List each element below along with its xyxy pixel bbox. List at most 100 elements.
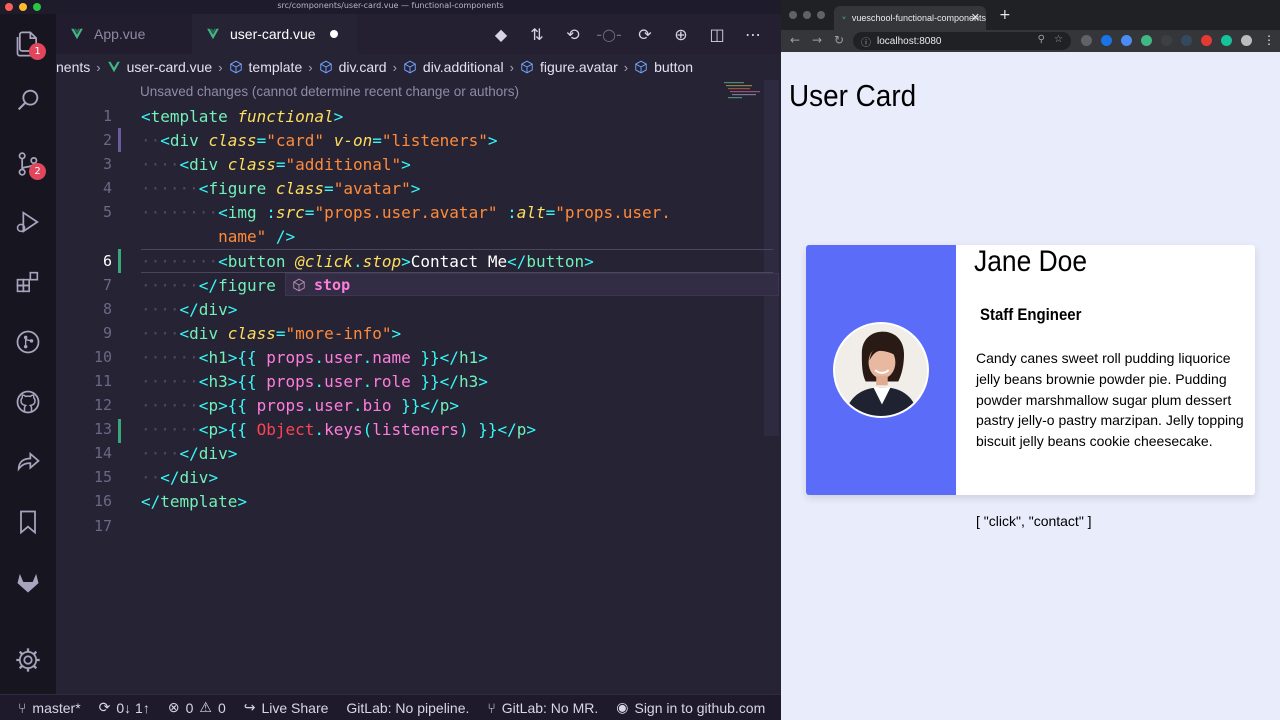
toggle-inline-icon[interactable]: ⊕ [671, 24, 691, 44]
run-debug-button[interactable] [12, 206, 44, 238]
codelens-blame[interactable]: Unsaved changes (cannot determine recent… [140, 84, 519, 99]
line-number: 1 [102, 107, 112, 125]
extensions-button[interactable] [12, 266, 44, 298]
line-number: 11 [93, 372, 112, 390]
manage-button[interactable] [12, 644, 44, 676]
chrome-window: vueschool-functional-components ✕ + ← → … [781, 0, 1280, 720]
page-title: User Card [789, 78, 917, 113]
symbol-cube-icon [404, 60, 416, 74]
compare-changes-icon[interactable]: ⇅ [527, 24, 547, 44]
breadcrumb-item[interactable]: figure.avatar [520, 59, 618, 75]
tab-app-vue[interactable]: App.vue [56, 14, 192, 54]
split-editor-icon[interactable]: ◫ [707, 24, 727, 44]
tab-user-card-vue[interactable]: user-card.vue [192, 14, 357, 54]
status-bar: ⑂ master* ⟳ 0↓ 1↑ ⊗ 0 ⚠ 0 ↪ Live Share GitLab:… [0, 694, 781, 720]
unsaved-dot-icon[interactable] [329, 30, 338, 38]
extension-icon[interactable] [1101, 35, 1112, 46]
line-number: 7 [102, 276, 112, 294]
code-line: 12 ······<p>{{ props.user.bio }}</p> [56, 393, 781, 417]
branch-status[interactable]: ⑂ master* [18, 700, 81, 716]
explorer-button[interactable]: 1 [12, 28, 46, 60]
sync-status[interactable]: ⟳ 0↓ 1↑ [99, 699, 150, 716]
problems-status[interactable]: ⊗ 0 ⚠ 0 [168, 699, 226, 716]
chevron-right-icon: › [623, 59, 629, 75]
code-line: 2 ··<div class="card" v-on="listeners"> [56, 128, 781, 152]
zoom-icon[interactable]: ⚲ [1038, 34, 1045, 45]
more-actions-icon[interactable]: ⋯ [743, 24, 763, 44]
error-icon: ⊗ [167, 699, 180, 715]
line-number: 16 [93, 492, 112, 510]
close-window-button[interactable] [789, 11, 797, 19]
browser-tab[interactable]: vueschool-functional-components ✕ [834, 6, 986, 30]
new-tab-icon[interactable]: + [999, 7, 1011, 23]
vue-devtools-icon[interactable] [1141, 35, 1152, 46]
grammarly-icon[interactable] [1221, 35, 1232, 46]
minimize-window-button[interactable] [803, 11, 811, 19]
breadcrumb-item[interactable]: template [229, 59, 302, 75]
source-control-button[interactable]: 2 [12, 148, 46, 180]
live-share-status[interactable]: ↪ Live Share [244, 699, 329, 716]
breadcrumb-item[interactable]: button [634, 59, 693, 75]
breadcrumb-item[interactable]: div.additional [403, 59, 504, 75]
user-card[interactable]: Jane Doe Staff Engineer Candy canes swee… [806, 245, 1255, 495]
vue-favicon-icon [842, 16, 846, 20]
github-button[interactable] [12, 386, 44, 418]
extensions-icon [16, 271, 39, 293]
code-editor[interactable]: Unsaved changes (cannot determine recent… [56, 80, 781, 694]
back-arrow-icon[interactable]: ← [790, 33, 800, 47]
profile-avatar[interactable] [1241, 35, 1252, 46]
line-number: 12 [93, 396, 112, 414]
github-signin-status[interactable]: ◉ Sign in to github.com [616, 699, 765, 716]
git-commit-icon[interactable]: ◆ [491, 24, 511, 44]
line-number: 3 [102, 155, 112, 173]
bookmarks-button[interactable] [12, 506, 44, 538]
search-button[interactable] [12, 84, 44, 116]
vue-file-icon [207, 28, 219, 40]
suggestion-label: stop [314, 275, 351, 294]
next-change-icon[interactable]: ⟳ [635, 24, 655, 44]
kebab-menu-icon[interactable]: ⋮ [1263, 33, 1275, 47]
forward-arrow-icon[interactable]: → [812, 33, 822, 47]
line-number: 9 [102, 324, 112, 342]
breadcrumb-item[interactable]: div.card [319, 59, 387, 75]
line-number: 17 [93, 517, 112, 535]
chevron-right-icon: › [509, 59, 514, 75]
extension-icon[interactable] [1121, 35, 1132, 46]
code-line: 9 ····<div class="more-info"> [56, 321, 781, 345]
line-number: 8 [102, 300, 112, 318]
activity-bar: 1 2 [0, 14, 56, 694]
git-branch-icon: ⑂ [18, 699, 27, 716]
git-graph-icon [16, 330, 40, 354]
code-line: 4 ······<figure class="avatar"> [56, 176, 781, 200]
explorer-badge: 1 [29, 43, 46, 60]
gitlab-pipeline-status[interactable]: GitLab: No pipeline. [346, 700, 469, 716]
vue-file-icon [71, 28, 83, 40]
live-share-button[interactable] [12, 446, 44, 478]
site-info-icon[interactable]: ⓘ [861, 34, 871, 49]
close-tab-icon[interactable]: ✕ [971, 11, 980, 24]
git-graph-button[interactable] [12, 326, 44, 358]
line-number: 4 [102, 179, 112, 197]
line-number: 10 [93, 348, 112, 366]
timeline-icon[interactable]: -○- [596, 24, 622, 44]
extension-icon[interactable] [1181, 35, 1192, 46]
code-line: name" /> [218, 226, 296, 246]
url-text: localhost:8080 [877, 35, 942, 47]
gitlab-button[interactable] [12, 566, 44, 598]
extension-icon[interactable] [1081, 35, 1092, 46]
breadcrumb-item[interactable]: user-card.vue [107, 59, 212, 75]
github-icon: ◉ [616, 699, 629, 715]
extension-icon[interactable] [1201, 35, 1212, 46]
line-number: 15 [93, 468, 112, 486]
breadcrumb-item[interactable]: nents [56, 59, 90, 75]
extension-icon[interactable] [1161, 35, 1172, 46]
address-bar[interactable]: ⓘ localhost:8080 ⚲ ☆ [853, 32, 1071, 50]
settings-gear-icon [16, 648, 40, 672]
zoom-window-button[interactable] [817, 11, 825, 19]
listeners-output: [ "click", "contact" ] [976, 513, 1092, 529]
autocomplete-suggestion[interactable]: stop [285, 273, 779, 296]
previous-change-icon[interactable]: ⟲ [563, 24, 583, 44]
bookmark-star-icon[interactable]: ☆ [1054, 34, 1063, 45]
reload-icon[interactable]: ↻ [834, 33, 844, 47]
gitlab-mr-status[interactable]: ⑂ GitLab: No MR. [487, 700, 598, 716]
